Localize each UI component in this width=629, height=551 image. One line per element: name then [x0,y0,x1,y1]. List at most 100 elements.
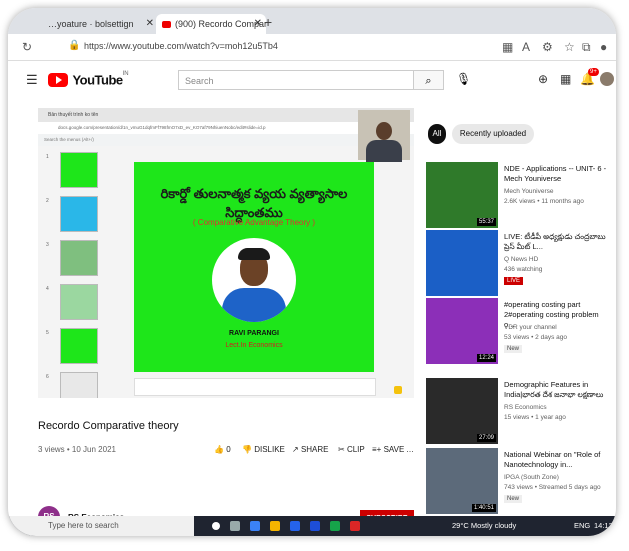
browser-tab-active[interactable]: (900) Recordo Comparati ✕ [156,14,266,34]
word-icon[interactable] [310,521,320,531]
create-icon[interactable]: ⊕ [538,72,548,86]
chip-all[interactable]: All [428,124,446,144]
edge-icon[interactable] [250,521,260,531]
task-view-icon[interactable] [230,521,240,531]
url-field[interactable]: https://www.youtube.com/watch?v=moh12u5T… [84,41,278,51]
taskbar-search[interactable]: Type here to search [8,516,194,536]
presenter-role: Lect.In Economics [225,342,283,349]
clock[interactable]: 14:12 [594,521,613,530]
status-badge: New [504,345,523,353]
current-slide: రికార్డో తులనాత్మక వ్యయ వ్యత్యాసాల సిద్ధ… [134,162,374,372]
reload-icon[interactable]: ↻ [22,40,32,54]
related-video-channel[interactable]: VDR your channel [504,324,557,331]
reader-icon[interactable]: A [522,40,530,54]
inner-tab-label: Bản thuyết trình ko tên [48,112,99,118]
excel-icon[interactable] [330,521,340,531]
video-thumbnail[interactable]: 27:09 [426,378,498,444]
video-player[interactable]: Bản thuyết trình ko tên docs.google.com/… [38,108,414,398]
avatar[interactable] [600,72,614,86]
video-duration: 55:37 [476,218,496,226]
related-video-title[interactable]: NDE - Applications -- UNIT- 6 - Mech You… [504,164,608,184]
clip-button[interactable]: ✂ CLIP [338,445,365,454]
windows-taskbar: Type here to search 29°C Mostly cloudy E… [8,516,616,536]
favorites-icon[interactable]: ☆ [564,40,575,54]
youtube-header: ☰ YouTubeIN Search ⌕ 🎙 ⊕ ▦ 🔔 9+ [8,62,616,96]
lock-icon[interactable]: 🔒 [68,40,80,51]
collections-icon[interactable]: ⧉ [582,40,591,55]
search-icon[interactable]: ⌕ [414,70,444,90]
dislike-button[interactable]: 👎 DISLIKE [242,445,285,454]
video-duration: 27:09 [476,434,496,442]
related-video-title[interactable]: LIVE: టీడీపీ అధ్యక్షుడు చంద్రబాబు ప్రెస్… [504,232,608,252]
related-video-views: 53 views • 2 days ago [504,334,567,341]
new-tab-icon[interactable]: + [264,14,272,30]
microphone-icon[interactable]: 🎙 [456,72,471,86]
weather-status[interactable]: 29°C Mostly cloudy [452,521,516,530]
youtube-play-icon [48,72,68,87]
app-icon[interactable] [350,521,360,531]
country-code: IN [122,71,129,77]
slide-thumbnail [60,284,98,320]
tab-label: …yoature · bolsettign [48,19,134,29]
like-count: 0 [226,445,231,454]
youtube-favicon-icon [162,21,171,29]
cortana-icon[interactable] [212,522,220,530]
file-explorer-icon[interactable] [270,521,280,531]
related-video-title[interactable]: National Webinar on "Role of Nanotechnol… [504,450,608,470]
video-title: Recordo Comparative theory [38,420,179,432]
thumbs-up-icon: 👍 [214,445,224,454]
video-duration: 12:24 [476,354,496,362]
related-video-channel[interactable]: IPGA (South Zone) [504,474,559,481]
save-icon: ≡+ [372,445,382,454]
menu-icon[interactable]: ☰ [26,72,38,88]
related-video-channel[interactable]: Mech Youniverse [504,188,554,195]
tab-label: (900) Recordo Comparati [175,19,266,29]
dislike-label: DISLIKE [254,445,285,454]
like-button[interactable]: 👍 0 [214,445,231,454]
close-icon[interactable]: ✕ [254,14,262,34]
slide-thumbnail [60,372,98,398]
status-badge: New [504,495,523,503]
slide-thumbnails: 1 2 3 4 5 6 [46,152,98,398]
inner-url: docs.google.com/presentation/d/1n_vmuG1d… [58,125,266,130]
inner-menu-search: Search the menus (Alt+/) [44,137,94,142]
related-video-channel[interactable]: Q News HD [504,256,538,263]
language-indicator[interactable]: ENG [574,521,590,530]
extension-icon[interactable]: ⚙ [542,40,553,54]
related-video-views: 743 views • Streamed 5 days ago [504,484,601,491]
browser-tab-strip: …yoature · bolsettign ✕ (900) Recordo Co… [8,8,616,34]
youtube-wordmark: YouTube [72,72,123,88]
screen-frame: …yoature · bolsettign ✕ (900) Recordo Co… [8,8,616,536]
youtube-logo[interactable]: YouTubeIN [48,71,129,87]
sticky-note-icon [394,386,402,394]
save-label: SAVE [383,445,405,454]
webcam-overlay [358,110,410,162]
video-duration: 1:40:51 [471,504,496,512]
video-meta: 3 views • 10 Jun 2021 [38,445,116,454]
more-button[interactable]: … [406,445,414,454]
apps-icon[interactable]: ▦ [560,72,571,86]
presenter-photo [212,238,296,322]
share-icon: ↗ [292,445,299,454]
share-button[interactable]: ↗ SHARE [292,445,329,454]
search-input[interactable]: Search [178,70,414,90]
notification-badge: 9+ [588,68,599,76]
presenter-name: RAVI PARANGI [229,330,279,337]
save-button[interactable]: ≡+ SAVE [372,445,404,454]
related-video-title[interactable]: Demographic Features in India|భారత దేశ జ… [504,380,608,400]
video-thumbnail[interactable] [426,230,498,296]
related-video-channel[interactable]: RS Economics [504,404,547,411]
browser-tab[interactable]: …yoature · bolsettign ✕ [48,14,158,34]
slide-thumbnail [60,328,98,364]
speaker-notes [134,378,376,396]
grid-icon[interactable]: ▦ [502,40,513,54]
video-thumbnail[interactable]: 55:37 [426,162,498,228]
close-icon[interactable]: ✕ [146,14,154,34]
video-thumbnail[interactable]: 12:24 [426,298,498,364]
slide-subtitle: ( Comparative Advantage Theory ) [192,218,316,227]
store-icon[interactable] [290,521,300,531]
profile-icon[interactable]: ● [600,40,607,54]
related-video-views: 2.6K views • 11 months ago [504,198,584,205]
video-thumbnail[interactable]: 1:40:51 [426,448,498,514]
chip-recently-uploaded[interactable]: Recently uploaded [452,124,534,144]
